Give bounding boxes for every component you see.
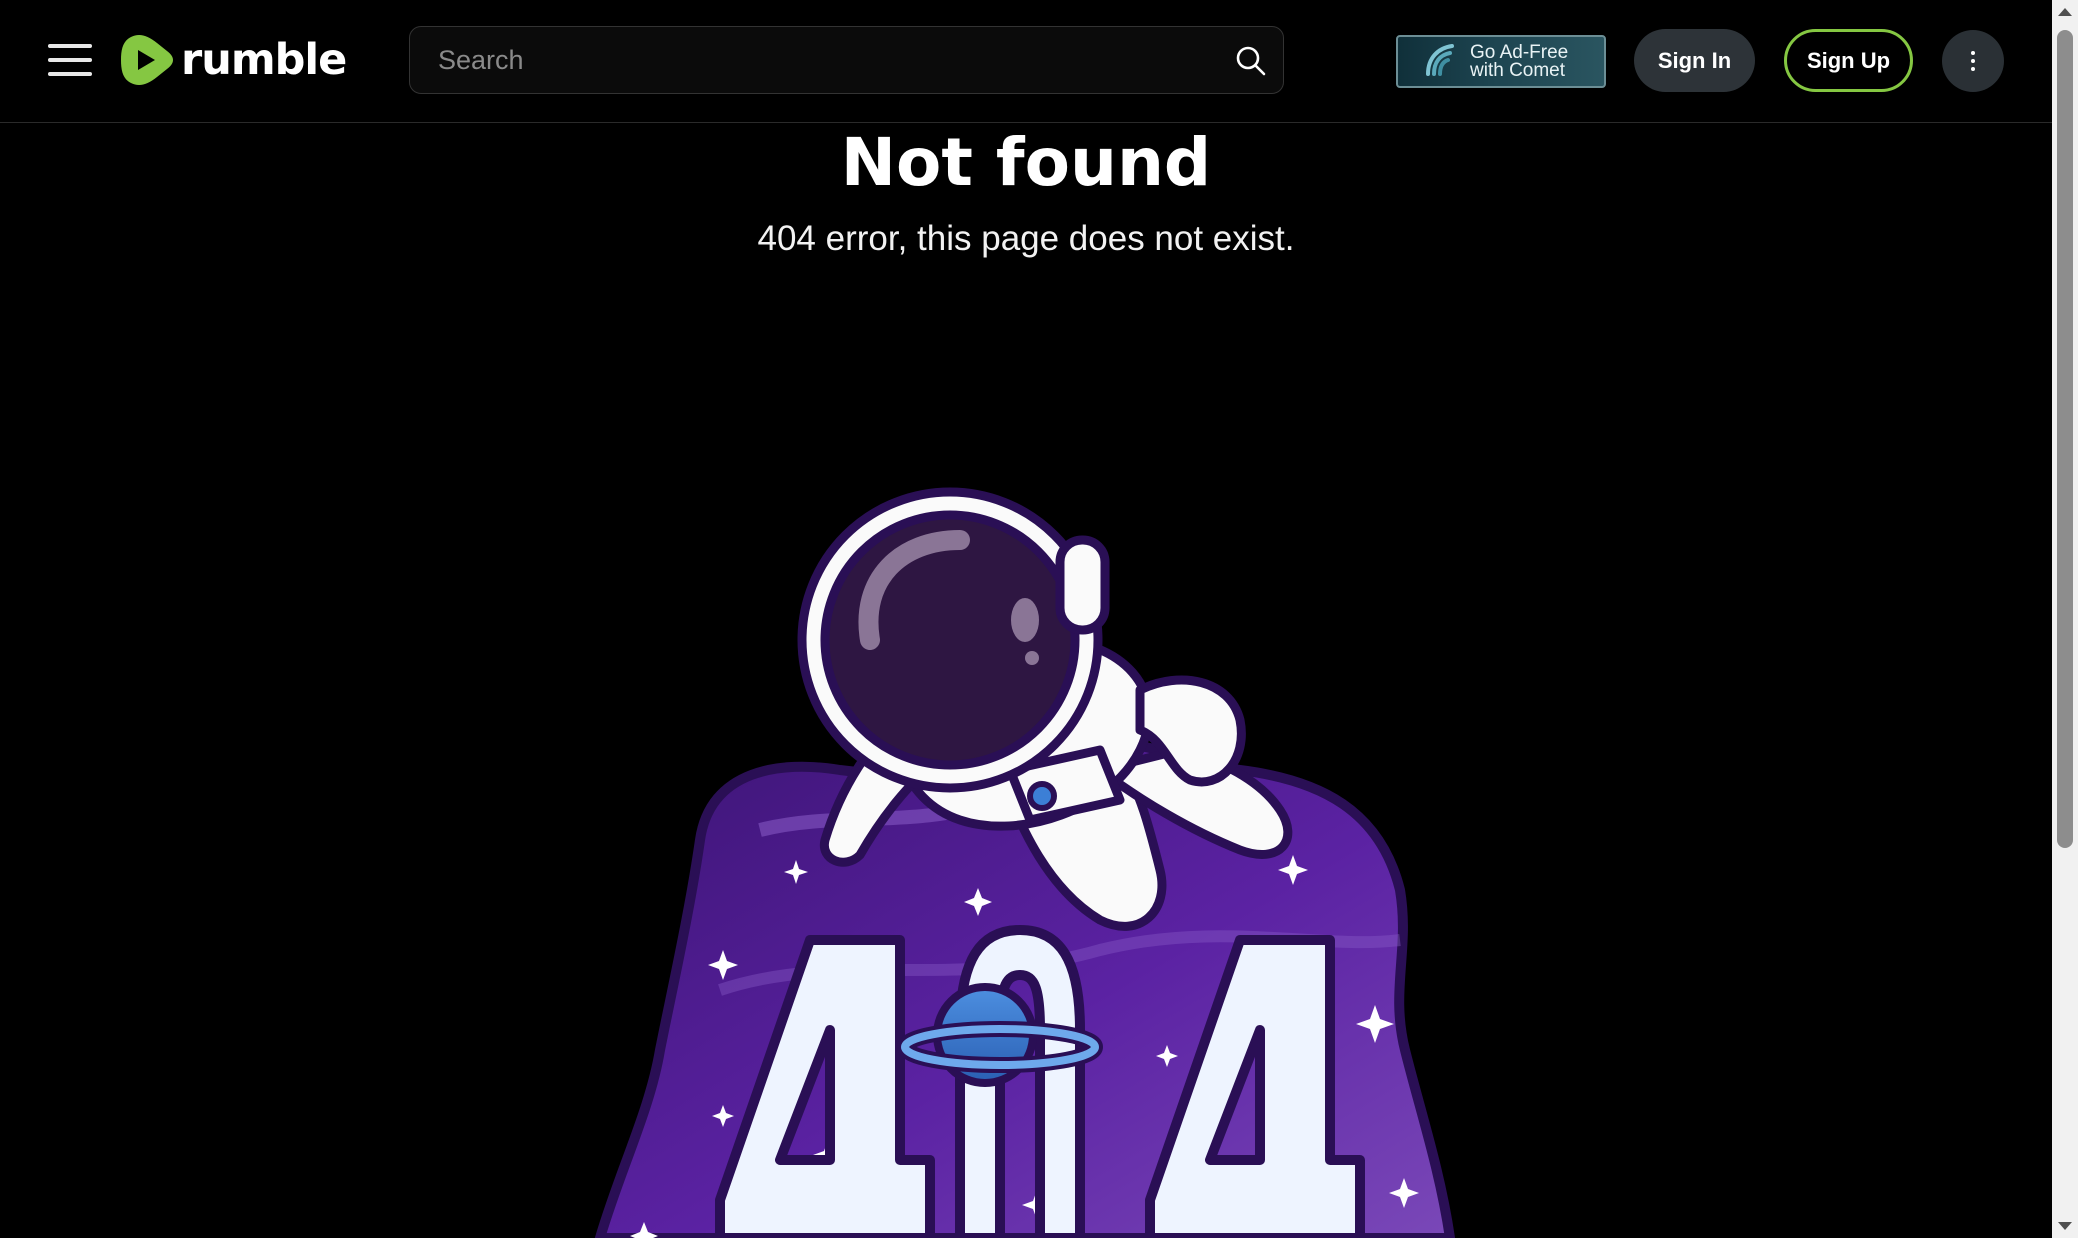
scrollbar[interactable]: [2052, 0, 2078, 1238]
comet-icon: [1426, 43, 1454, 76]
rumble-play-icon: [121, 35, 173, 85]
scroll-up-arrow-icon[interactable]: [2058, 8, 2072, 16]
search-icon[interactable]: [1235, 45, 1267, 77]
sign-up-button[interactable]: Sign Up: [1784, 29, 1913, 92]
search-input[interactable]: [438, 27, 1218, 93]
scroll-down-arrow-icon[interactable]: [2058, 1222, 2072, 1230]
comet-line-1: Go Ad-Free: [1470, 41, 1569, 63]
page-title: Not found: [840, 124, 1212, 201]
more-options-button[interactable]: [1942, 30, 2004, 92]
logo-text: rumble: [181, 35, 347, 85]
go-ad-free-comet-button[interactable]: Go Ad-Free with Comet: [1396, 35, 1606, 88]
search-box: [409, 26, 1284, 94]
error-message: 404 error, this page does not exist.: [757, 219, 1295, 258]
comet-line-2: with Comet: [1470, 59, 1566, 81]
more-vertical-icon: [1971, 49, 1975, 73]
hamburger-menu-icon[interactable]: [48, 40, 92, 80]
astronaut-404-illustration: 404: [594, 487, 1456, 1238]
rumble-logo[interactable]: rumble: [117, 30, 347, 90]
top-header: rumble Go Ad-Free with Comet Sign In Sig…: [0, 0, 2052, 123]
sign-in-button[interactable]: Sign In: [1634, 29, 1755, 92]
scroll-thumb[interactable]: [2057, 30, 2073, 848]
